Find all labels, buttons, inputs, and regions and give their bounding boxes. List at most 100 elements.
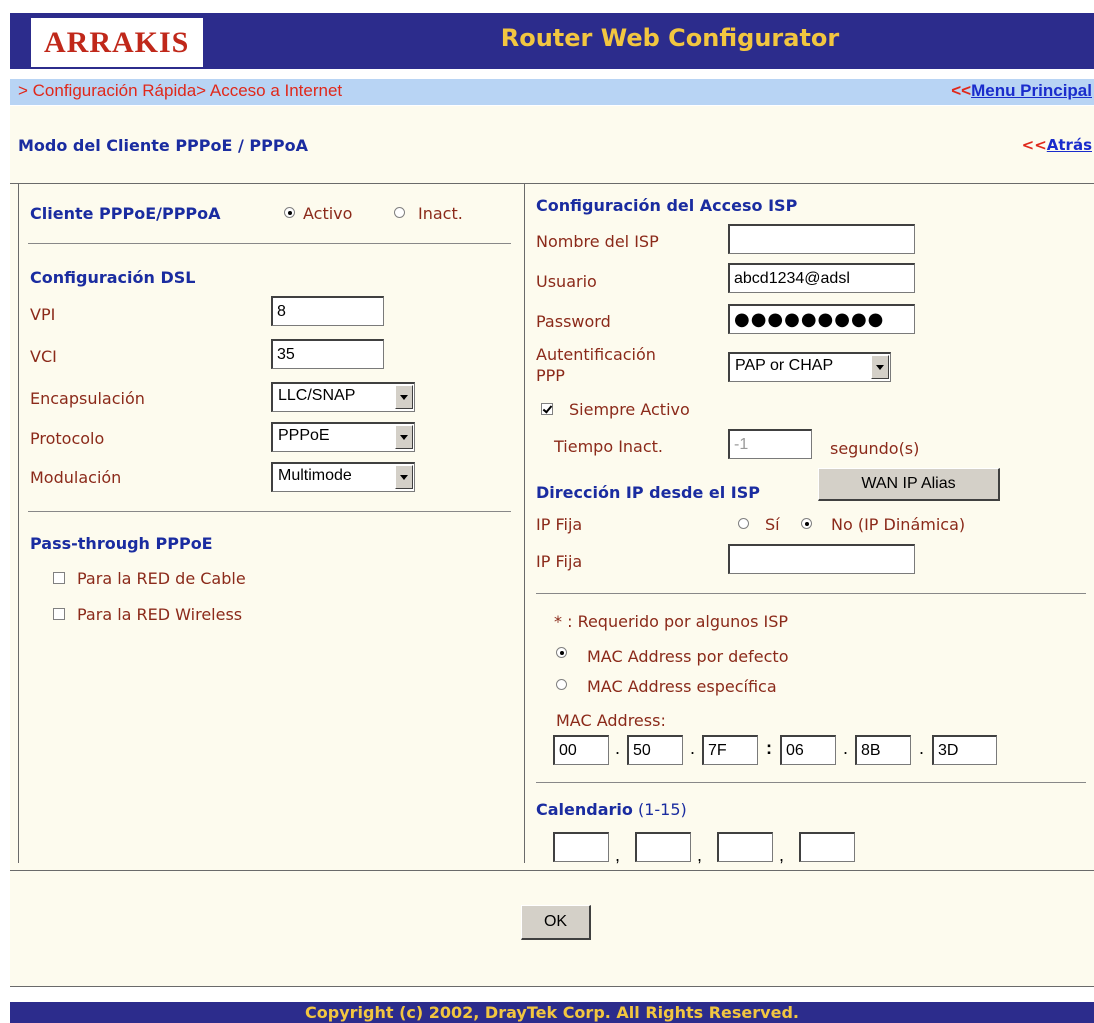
- mac-separator: .: [690, 738, 696, 758]
- modulation-select[interactable]: Multimode: [271, 462, 415, 492]
- client-inactive-radio[interactable]: [394, 207, 405, 218]
- logo-text: ARRAKIS: [44, 26, 190, 59]
- protocol-label: Protocolo: [30, 429, 105, 448]
- schedule-separator: ,: [779, 845, 785, 865]
- vpi-input[interactable]: [271, 296, 384, 326]
- back-prefix: <<: [1021, 136, 1047, 154]
- ok-button[interactable]: OK: [521, 905, 591, 940]
- mac-octet-4[interactable]: [780, 735, 836, 765]
- vpi-label: VPI: [30, 305, 56, 324]
- modulation-label: Modulación: [30, 468, 122, 487]
- app-title: Router Web Configurator: [500, 24, 840, 52]
- mac-separator: .: [919, 738, 925, 758]
- form-top-border: [10, 183, 1094, 184]
- schedule-title: Calendario: [536, 800, 633, 819]
- encapsulation-select[interactable]: LLC/SNAP: [271, 382, 415, 412]
- schedule-separator: ,: [697, 845, 703, 865]
- client-active-radio[interactable]: [284, 207, 295, 218]
- schedule-heading: Calendario (1-15): [536, 800, 687, 819]
- encapsulation-label: Encapsulación: [30, 389, 145, 408]
- main-bottom-border: [10, 986, 1094, 987]
- schedule-input-3[interactable]: [717, 832, 773, 862]
- schedule-separator: ,: [615, 845, 621, 865]
- chevron-down-icon: [395, 465, 413, 489]
- mac-separator: .: [615, 738, 621, 758]
- client-inactive-label: Inact.: [418, 204, 463, 223]
- mac-default-label: MAC Address por defecto: [587, 647, 789, 666]
- mac-specific-radio[interactable]: [556, 679, 567, 690]
- main-menu-link-wrap: <<Menu Principal: [951, 81, 1092, 101]
- passthrough-wireless-label: Para la RED Wireless: [77, 605, 243, 624]
- mac-octet-1[interactable]: [553, 735, 609, 765]
- fixed-ip-no-label: No (IP Dinámica): [831, 515, 966, 534]
- passthrough-cable-checkbox[interactable]: [53, 572, 65, 584]
- divider: [536, 782, 1086, 783]
- passthrough-cable-label: Para la RED de Cable: [77, 569, 246, 588]
- mac-separator: :: [766, 738, 772, 758]
- schedule-input-2[interactable]: [635, 832, 691, 862]
- auth-value: PAP or CHAP: [735, 357, 834, 374]
- auth-label-line2: PPP: [536, 366, 565, 385]
- mac-address-label: MAC Address:: [556, 711, 666, 730]
- back-link[interactable]: Atrás: [1047, 136, 1092, 154]
- protocol-select[interactable]: PPPoE: [271, 422, 415, 452]
- chevron-down-icon: [871, 355, 889, 379]
- breadcrumb: > Configuración Rápida> Acceso a Interne…: [18, 81, 343, 100]
- vci-input[interactable]: [271, 339, 384, 369]
- dsl-section-title: Configuración DSL: [30, 268, 196, 287]
- username-label: Usuario: [536, 272, 597, 291]
- mac-octet-3[interactable]: [702, 735, 758, 765]
- idle-time-input[interactable]: [728, 429, 812, 459]
- wan-ip-section-title: Dirección IP desde el ISP: [536, 483, 760, 502]
- mac-default-radio[interactable]: [556, 647, 567, 658]
- column-divider: [524, 183, 525, 863]
- chevron-down-icon: [395, 425, 413, 449]
- fixed-ip-no-radio[interactable]: [801, 518, 812, 529]
- main-menu-link[interactable]: Menu Principal: [971, 81, 1092, 100]
- modulation-value: Multimode: [278, 467, 352, 484]
- fixed-ip-label: IP Fija: [536, 552, 583, 571]
- mac-specific-label: MAC Address específica: [587, 677, 777, 696]
- password-label: Password: [536, 312, 611, 331]
- client-active-label: Activo: [303, 204, 353, 223]
- isp-name-label: Nombre del ISP: [536, 232, 659, 251]
- schedule-input-1[interactable]: [553, 832, 609, 862]
- fixed-ip-input[interactable]: [728, 544, 915, 574]
- mac-octet-2[interactable]: [627, 735, 683, 765]
- mac-octet-5[interactable]: [855, 735, 911, 765]
- always-on-checkbox[interactable]: [541, 403, 553, 415]
- divider: [536, 593, 1086, 594]
- passthrough-wireless-checkbox[interactable]: [53, 608, 65, 620]
- schedule-input-4[interactable]: [799, 832, 855, 862]
- left-panel-border: [18, 183, 19, 863]
- vci-label: VCI: [30, 347, 57, 366]
- divider: [28, 243, 511, 244]
- copyright-text: Copyright (c) 2002, DrayTek Corp. All Ri…: [305, 1003, 799, 1022]
- passthrough-section-title: Pass-through PPPoE: [30, 534, 213, 553]
- fixed-ip-yes-radio[interactable]: [738, 518, 749, 529]
- client-label: Cliente PPPoE/PPPoA: [30, 204, 221, 223]
- chevron-down-icon: [395, 385, 413, 409]
- wan-ip-alias-button[interactable]: WAN IP Alias: [818, 468, 1000, 501]
- main-menu-prefix: <<: [951, 81, 972, 100]
- username-input[interactable]: [728, 263, 915, 293]
- always-on-label: Siempre Activo: [569, 400, 690, 419]
- encapsulation-value: LLC/SNAP: [278, 387, 356, 404]
- fixed-ip-mode-label: IP Fija: [536, 515, 583, 534]
- fixed-ip-yes-label: Sí: [765, 515, 780, 534]
- idle-time-unit: segundo(s): [830, 439, 920, 458]
- isp-name-input[interactable]: [728, 224, 915, 254]
- auth-label-line1: Autentificación: [536, 345, 656, 364]
- mac-separator: .: [843, 738, 849, 758]
- mac-octet-6[interactable]: [932, 735, 997, 765]
- back-link-wrap: <<Atrás: [1022, 136, 1092, 154]
- page-title: Modo del Cliente PPPoE / PPPoA: [18, 136, 308, 155]
- protocol-value: PPPoE: [278, 427, 330, 444]
- form-bottom-border: [10, 870, 1094, 871]
- divider: [28, 511, 511, 512]
- schedule-range: (1-15): [637, 800, 687, 819]
- idle-time-label: Tiempo Inact.: [554, 437, 664, 456]
- password-input[interactable]: [728, 304, 915, 334]
- isp-section-title: Configuración del Acceso ISP: [536, 196, 798, 215]
- auth-select[interactable]: PAP or CHAP: [728, 352, 891, 382]
